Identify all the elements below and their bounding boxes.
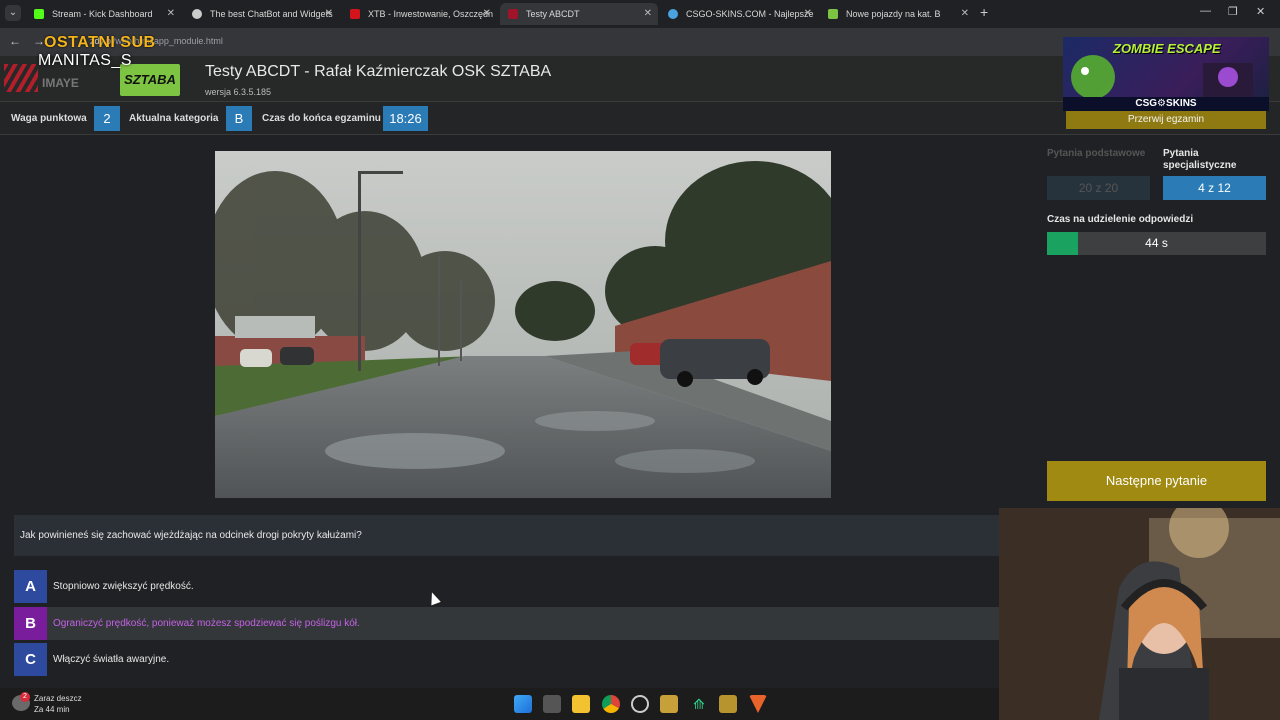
answer-time-progress: 44 s [1047,232,1266,255]
tab-label: Nowe pojazdy na kat. B [846,9,941,19]
answer-time-value: 44 s [1145,236,1168,250]
answer-letter-a: A [14,570,47,603]
weather-title: Zaraz deszcz [34,694,82,703]
answer-text-b: Ograniczyć prędkość, ponieważ możesz spo… [53,618,360,629]
csgo-favicon-icon [668,9,678,19]
tab-kick-dashboard[interactable]: Stream - Kick Dashboard ✕ [26,3,181,25]
close-tab-icon[interactable]: ✕ [961,3,969,25]
tab-label: Testy ABCDT [526,9,580,19]
browser-tab-strip: ⌄ Stream - Kick Dashboard ✕ The best Cha… [0,0,1280,28]
file-explorer-icon[interactable] [572,695,590,713]
brand-stripes-logo [4,64,38,92]
maximize-icon[interactable]: ❐ [1228,5,1238,18]
promo-banner: ZOMBIE ESCAPE CSG⚙SKINS [1063,37,1269,111]
pojazdy-favicon-icon [828,9,838,19]
obs-icon[interactable] [631,695,649,713]
tab-label: XTB - Inwestowanie, Oszczędn [368,9,494,19]
answer-text-a: Stopniowo zwiększyć prędkość. [53,581,194,592]
special-questions-counter: 4 z 12 [1163,176,1266,200]
category-value-badge: B [226,106,252,131]
tab-testy-abcdt[interactable]: Testy ABCDT ✕ [500,3,658,25]
tab-chatbot[interactable]: The best ChatBot and Widgets ✕ [184,3,339,25]
street-scene-image [215,151,831,498]
exam-video [215,151,831,498]
special-questions-label: Pytania specjalistyczne [1163,148,1237,171]
close-tab-icon[interactable]: ✕ [325,3,333,25]
streamer-webcam [999,508,1280,720]
promo-title: ZOMBIE ESCAPE [1113,41,1221,56]
tab-label: CSGO-SKINS.COM - Najlepsze [686,9,814,19]
taskbar: 2 Zaraz deszcz Za 44 min ⟰ [0,688,999,720]
windows-start-icon[interactable] [514,695,532,713]
weather-alert-badge: 2 [20,692,30,702]
testy-favicon-icon [508,9,518,19]
last-sub-overlay-name: MANITAS_S [38,52,132,69]
close-window-icon[interactable]: ✕ [1256,5,1265,18]
question-text: Jak powinieneś się zachować wjeżdżając n… [14,515,999,556]
chrome-icon[interactable] [602,695,620,713]
webcam-scene [999,508,1280,720]
tab-label: The best ChatBot and Widgets [210,9,333,19]
answer-option-b[interactable]: B Ograniczyć prędkość, ponieważ możesz s… [14,607,999,640]
promo-brand: CSG⚙SKINS [1063,97,1269,111]
last-sub-overlay-title: OSTATNI SUB [44,34,156,51]
app-title: Testy ABCDT - Rafał Kaźmierczak OSK SZTA… [205,63,552,80]
answer-option-c[interactable]: C Włączyć światła awaryjne. [14,643,999,676]
close-tab-icon[interactable]: ✕ [483,3,491,25]
back-arrow-icon[interactable]: ← [9,34,21,48]
answer-letter-c: C [14,643,47,676]
chatbot-favicon-icon [192,9,202,19]
weight-label: Waga punktowa [11,113,87,124]
category-label: Aktualna kategoria [129,113,219,124]
tab-xtb[interactable]: XTB - Inwestowanie, Oszczędn ✕ [342,3,497,25]
answer-time-label: Czas na udzielenie odpowiedzi [1047,214,1194,225]
new-tab-button[interactable]: + [980,4,988,20]
tab-nowe-pojazdy[interactable]: Nowe pojazdy na kat. B ✕ [820,3,975,25]
kick-favicon-icon [34,9,44,19]
tab-search-button[interactable]: ⌄ [5,5,21,21]
answer-option-a[interactable]: A Stopniowo zwiększyć prędkość. [14,570,999,603]
league-game-icon[interactable] [719,695,737,713]
next-question-button[interactable]: Następne pytanie [1047,461,1266,501]
close-tab-icon[interactable]: ✕ [644,3,652,25]
tab-csgo-skins[interactable]: CSGO-SKINS.COM - Najlepsze ✕ [660,3,818,25]
time-label: Czas do końca egzaminu [262,113,381,124]
answer-text-c: Włączyć światła awaryjne. [53,654,170,665]
task-view-icon[interactable] [543,695,561,713]
weight-value-badge: 2 [94,106,120,131]
xtb-favicon-icon [350,9,360,19]
weather-widget[interactable]: Zaraz deszcz Za 44 min [34,693,82,715]
overlay-subtitle: IMAYE [42,76,79,90]
time-value-badge: 18:26 [383,106,428,131]
stop-exam-button[interactable]: Przerwij egzamin [1066,110,1266,129]
basic-questions-label: Pytania podstawowe [1047,148,1146,159]
tab-label: Stream - Kick Dashboard [52,9,153,19]
app-version: wersja 6.3.5.185 [205,87,272,97]
close-tab-icon[interactable]: ✕ [167,3,175,25]
minimize-icon[interactable]: — [1200,5,1211,17]
answer-letter-b: B [14,607,47,640]
close-tab-icon[interactable]: ✕ [804,3,812,25]
league-client-icon[interactable] [660,695,678,713]
app-orange-icon[interactable] [749,695,767,713]
basic-questions-counter: 20 z 20 [1047,176,1150,200]
app-green-icon[interactable]: ⟰ [690,695,708,713]
weather-subtitle: Za 44 min [34,705,70,714]
